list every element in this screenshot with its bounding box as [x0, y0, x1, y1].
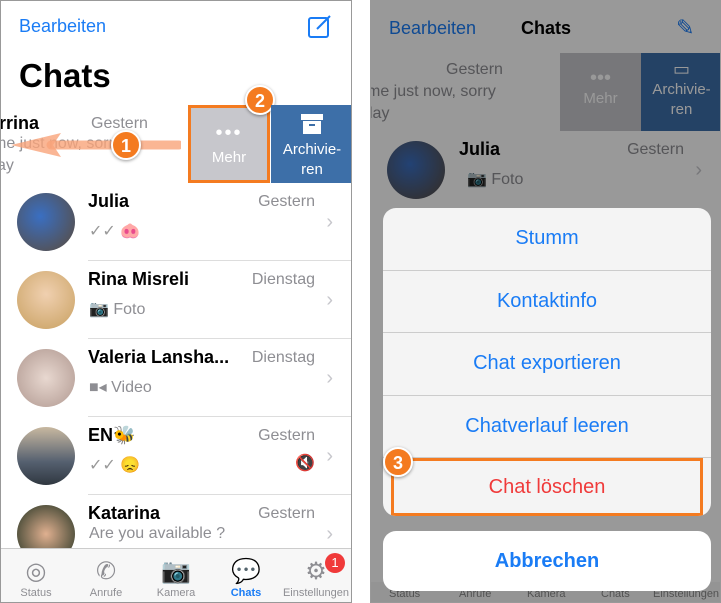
contact-info-option[interactable]: Kontaktinfo [383, 271, 711, 333]
page-title: Chats [19, 57, 111, 94]
camera-icon: 📷 [89, 301, 109, 318]
chevron-right-icon: › [326, 445, 333, 467]
chat-message: Video [111, 379, 152, 396]
camera-icon: 📷 [161, 557, 191, 585]
clear-chat-option[interactable]: Chatverlauf leeren [383, 396, 711, 458]
avatar [17, 193, 75, 251]
chat-time: Dienstag [251, 271, 315, 288]
chat-message: 😞 [120, 457, 141, 474]
chat-time: Gestern [258, 193, 315, 210]
step-badge-1: 1 [111, 130, 141, 160]
archive-label: Archivie- ren [282, 141, 342, 178]
chevron-right-icon: › [326, 523, 333, 545]
read-ticks-icon: ✓✓ [89, 223, 116, 240]
avatar [17, 271, 75, 329]
avatar [17, 349, 75, 407]
more-dots-icon: ••• [215, 122, 243, 144]
chat-name: Rina Misreli [88, 269, 190, 289]
more-label: Mehr [211, 149, 247, 166]
chat-name: Katarina [88, 503, 161, 523]
more-button[interactable]: ••• Mehr [188, 105, 270, 183]
mute-option[interactable]: Stumm [383, 208, 711, 271]
notification-badge: 1 [325, 553, 345, 573]
chat-name: Julia [88, 191, 130, 211]
chat-row-swiped[interactable]: rrina Gestern me just now, sorry ay 1 ••… [0, 85, 351, 183]
compose-icon[interactable] [307, 13, 333, 39]
archive-icon [301, 114, 323, 134]
swipe-arrow-icon [11, 133, 181, 157]
chat-time: Gestern [258, 427, 315, 444]
chevron-right-icon: › [326, 289, 333, 311]
export-chat-option[interactable]: Chat exportieren [383, 333, 711, 396]
chats-icon: 💬 [231, 557, 261, 585]
chat-row[interactable]: EN🐝 Gestern ✓✓ 😞 🔇 › [1, 417, 351, 495]
read-ticks-icon: ✓✓ [89, 457, 116, 474]
chevron-right-icon: › [326, 211, 333, 233]
chat-row[interactable]: Julia Gestern ✓✓ 🐽 › [1, 183, 351, 261]
right-screen: Bearbeiten Chats ✎ Gestern me just now, … [370, 0, 721, 603]
avatar [17, 427, 75, 485]
status-icon: ◎ [25, 557, 47, 585]
chat-name: rrina [0, 113, 40, 133]
chat-row[interactable]: Rina Misreli Dienstag 📷 Foto › [1, 261, 351, 339]
tab-settings[interactable]: ⚙ Einstellungen 1 [281, 549, 351, 599]
left-screen: Bearbeiten Chats rrina Gestern me just n… [0, 0, 352, 603]
archive-button[interactable]: Archivie- ren [271, 105, 351, 183]
tab-camera[interactable]: 📷 Kamera [141, 549, 211, 600]
tab-bar: ◎ Status ✆ Anrufe 📷 Kamera 💬 Chats ⚙ Einstell… [1, 548, 351, 602]
chat-message-line2: ay [1, 157, 14, 174]
chat-time: Gestern [258, 505, 315, 522]
tab-calls[interactable]: ✆ Anrufe [71, 549, 141, 600]
chat-message: Foto [113, 301, 146, 318]
delete-chat-option[interactable]: Chat löschen [391, 458, 703, 516]
edit-button[interactable]: Bearbeiten [19, 16, 106, 37]
chat-row[interactable]: Valeria Lansha... Dienstag ■◂ Video › [1, 339, 351, 417]
phone-icon: ✆ [95, 557, 117, 585]
step-badge-3: 3 [383, 447, 413, 477]
muted-icon: 🔇 [295, 455, 315, 472]
tab-status[interactable]: ◎ Status [1, 549, 71, 600]
chat-time: Dienstag [251, 349, 315, 366]
chat-message: Are you available ? [89, 525, 226, 542]
chat-name: EN🐝 [88, 425, 136, 445]
action-sheet: Stumm Kontaktinfo Chat exportieren Chatv… [383, 208, 711, 516]
chat-message: 🐽 [120, 223, 141, 240]
chevron-right-icon: › [326, 367, 333, 389]
tab-chats[interactable]: 💬 Chats [211, 549, 281, 600]
cancel-button[interactable]: Abbrechen [383, 531, 711, 591]
chat-name: Valeria Lansha... [88, 347, 230, 367]
video-icon: ■◂ [89, 379, 107, 396]
